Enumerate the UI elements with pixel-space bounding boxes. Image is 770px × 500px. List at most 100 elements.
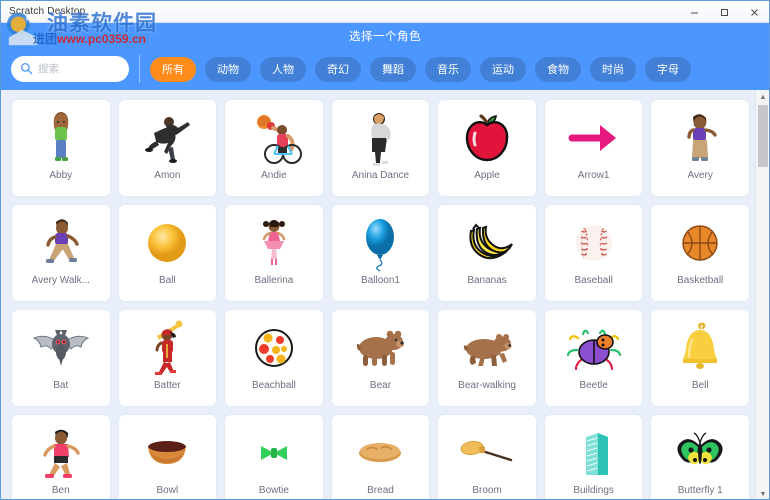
sprite-balloon1-icon — [348, 213, 412, 273]
sprite-card-label: Bat — [53, 380, 69, 391]
vertical-scrollbar[interactable]: ▲ ▼ — [755, 90, 769, 499]
sprite-bear-icon — [348, 318, 412, 378]
sprite-card[interactable]: Bat — [12, 310, 110, 406]
sprite-card-label: Beetle — [579, 380, 608, 391]
modal-header: 选择一个角色 — [1, 23, 769, 48]
sprite-card-label: Broom — [472, 485, 502, 496]
filter-divider — [139, 55, 140, 83]
sprite-abby-icon — [29, 108, 93, 168]
sprite-card-label: Anina Dance — [351, 170, 410, 181]
sprite-card[interactable]: Anina Dance — [331, 100, 430, 196]
sprite-card[interactable]: Bananas — [438, 205, 536, 301]
minimize-button[interactable] — [679, 1, 709, 23]
close-icon — [750, 8, 758, 16]
sprite-card[interactable]: Beetle — [544, 310, 643, 406]
sprite-ball-icon — [135, 213, 199, 273]
tag-food[interactable]: 食物 — [535, 56, 581, 82]
sprite-card[interactable]: Abby — [12, 100, 110, 196]
sprite-card-label: Bowl — [156, 485, 179, 496]
sprite-card-label: Baseball — [574, 275, 613, 286]
sprite-card[interactable]: Andie — [225, 100, 323, 196]
sprite-card[interactable]: Amon — [118, 100, 217, 196]
sprite-apple-icon — [455, 108, 519, 168]
search-icon — [20, 62, 33, 75]
sprite-card[interactable]: Apple — [438, 100, 536, 196]
close-button[interactable] — [739, 1, 769, 23]
sprite-card-label: Bananas — [467, 275, 507, 286]
sprite-card[interactable]: Avery Walk... — [12, 205, 110, 301]
sprite-broom-icon — [455, 423, 519, 483]
maximize-button[interactable] — [709, 1, 739, 23]
sprite-bowl-icon — [135, 423, 199, 483]
sprite-card[interactable]: Bread — [331, 415, 430, 499]
sprite-bowtie-icon — [242, 423, 306, 483]
sprite-grid-scroll-area[interactable]: Abby Amon Andie Anina Dance Apple Arrow1 Avery… — [1, 90, 769, 499]
sprite-card[interactable]: Buildings — [544, 415, 643, 499]
sprite-ballerina-icon — [242, 213, 306, 273]
sprite-card[interactable]: Bowl — [118, 415, 217, 499]
sprite-card[interactable]: Balloon1 — [331, 205, 430, 301]
scroll-down-arrow-icon[interactable]: ▼ — [756, 487, 769, 499]
sprite-card[interactable]: Bear-walking — [438, 310, 536, 406]
page-title: 选择一个角色 — [349, 30, 421, 43]
sprite-card-label: Ben — [51, 485, 70, 496]
sprite-card-label: Basketball — [677, 275, 724, 286]
sprite-card-label: Butterfly 1 — [677, 485, 723, 496]
sprite-amon-icon — [135, 108, 199, 168]
sprite-card-label: Bowtie — [258, 485, 289, 496]
tag-fashion[interactable]: 时尚 — [590, 56, 636, 82]
scrollbar-thumb[interactable] — [758, 105, 768, 167]
sprite-avery-icon — [668, 108, 732, 168]
sprite-card-label: Apple — [474, 170, 500, 181]
sprite-bananas-icon — [455, 213, 519, 273]
scroll-up-arrow-icon[interactable]: ▲ — [756, 90, 769, 104]
sprite-grid: Abby Amon Andie Anina Dance Apple Arrow1 Avery… — [1, 90, 769, 499]
window-title: Scratch Desktop — [9, 6, 86, 17]
sprite-card[interactable]: Ben — [12, 415, 110, 499]
tag-animals[interactable]: 动物 — [205, 56, 251, 82]
search-box — [11, 56, 129, 82]
title-bar: Scratch Desktop — [1, 1, 769, 23]
sprite-card-label: Bell — [691, 380, 709, 391]
sprite-card-label: Buildings — [573, 485, 614, 496]
tag-sports[interactable]: 运动 — [480, 56, 526, 82]
sprite-card-label: Bear-walking — [458, 380, 516, 391]
sprite-card[interactable]: Bell — [651, 310, 749, 406]
sprite-card[interactable]: Broom — [438, 415, 536, 499]
sprite-card[interactable]: Butterfly 1 — [651, 415, 749, 499]
sprite-butterfly1-icon — [668, 423, 732, 483]
sprite-card-label: Abby — [49, 170, 73, 181]
sprite-card[interactable]: Batter — [118, 310, 217, 406]
sprite-avery-walking-icon — [29, 213, 93, 273]
sprite-card[interactable]: Baseball — [544, 205, 643, 301]
tag-people[interactable]: 人物 — [260, 56, 306, 82]
tag-dance[interactable]: 舞蹈 — [370, 56, 416, 82]
sprite-card[interactable]: Beachball — [225, 310, 323, 406]
scratch-sprite-library-window: Scratch Desktop 油素软件园 进团www.pc0359.cn 选择… — [0, 0, 770, 500]
sprite-buildings-icon — [562, 423, 626, 483]
tag-music[interactable]: 音乐 — [425, 56, 471, 82]
sprite-basketball-icon — [668, 213, 732, 273]
sprite-card[interactable]: Bowtie — [225, 415, 323, 499]
sprite-card-label: Avery — [687, 170, 713, 181]
tag-letters[interactable]: 字母 — [645, 56, 691, 82]
sprite-ben-icon — [29, 423, 93, 483]
sprite-card-label: Bear — [369, 380, 392, 391]
sprite-arrow1-icon — [562, 108, 626, 168]
sprite-card-label: Bread — [367, 485, 394, 496]
sprite-andie-icon — [242, 108, 306, 168]
sprite-card-label: Andie — [261, 170, 287, 181]
sprite-card[interactable]: Arrow1 — [544, 100, 643, 196]
window-controls — [679, 1, 769, 23]
sprite-bread-icon — [348, 423, 412, 483]
sprite-card[interactable]: Ballerina — [225, 205, 323, 301]
tag-all[interactable]: 所有 — [150, 56, 196, 82]
sprite-bell-icon — [668, 318, 732, 378]
sprite-card[interactable]: Bear — [331, 310, 430, 406]
sprite-anina-dance-icon — [348, 108, 412, 168]
sprite-card[interactable]: Basketball — [651, 205, 749, 301]
tag-fantasy[interactable]: 奇幻 — [315, 56, 361, 82]
sprite-card[interactable]: Avery — [651, 100, 749, 196]
sprite-card[interactable]: Ball — [118, 205, 217, 301]
sprite-bear-walking-icon — [455, 318, 519, 378]
